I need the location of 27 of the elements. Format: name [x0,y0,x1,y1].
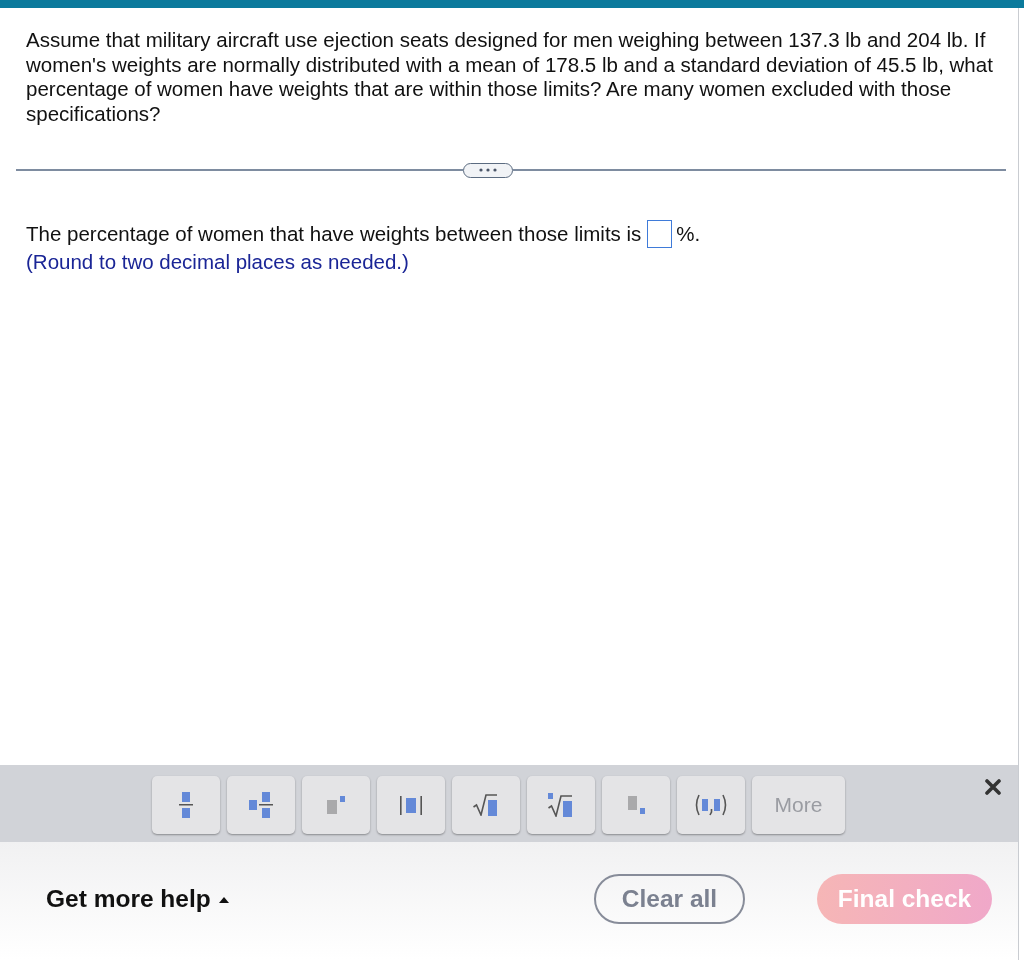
expand-button[interactable] [463,162,513,178]
math-tool-button[interactable] [227,776,295,834]
mixed-number-icon [249,792,273,818]
help-button[interactable]: Get more help [46,880,229,918]
ellipsis-icon [479,168,497,172]
math-tool-button[interactable] [452,776,520,834]
rounding-hint: (Round to two decimal places as needed.) [26,250,410,274]
math-tool-button[interactable] [602,776,670,834]
subscript-icon [627,796,645,814]
answer-prompt: The percentage of women that have weights between those limits is [26,220,642,247]
square-root-icon [473,794,499,816]
answer-box[interactable] [647,220,673,248]
caret-icon [218,897,229,903]
math-tool-button[interactable] [377,776,445,834]
math-tool-button[interactable] [152,776,220,834]
close-icon[interactable] [985,779,1001,795]
exponent-icon [327,796,345,814]
unit-label: %. [676,220,701,247]
question-text: Assume that military aircraft use ejection seats designed for men weighing between 137.3 lb and 204 lb. If women's weights are normally distributed with a mean of 178.5 lb and a standard deviation of 45.5 lb, what percentage of women have weights that are within those limits? Are many women excluded with those specifications? [26,28,994,126]
absolute-value-icon [400,795,422,815]
nth-root-icon [548,793,574,817]
fraction-icon [179,792,193,818]
math-tool-button[interactable] [527,776,595,834]
ordered-pair-icon [694,794,728,816]
clear-all-button[interactable]: Clear all [594,874,745,924]
math-tool-button[interactable] [677,776,745,834]
math-tool-button[interactable] [302,776,370,834]
